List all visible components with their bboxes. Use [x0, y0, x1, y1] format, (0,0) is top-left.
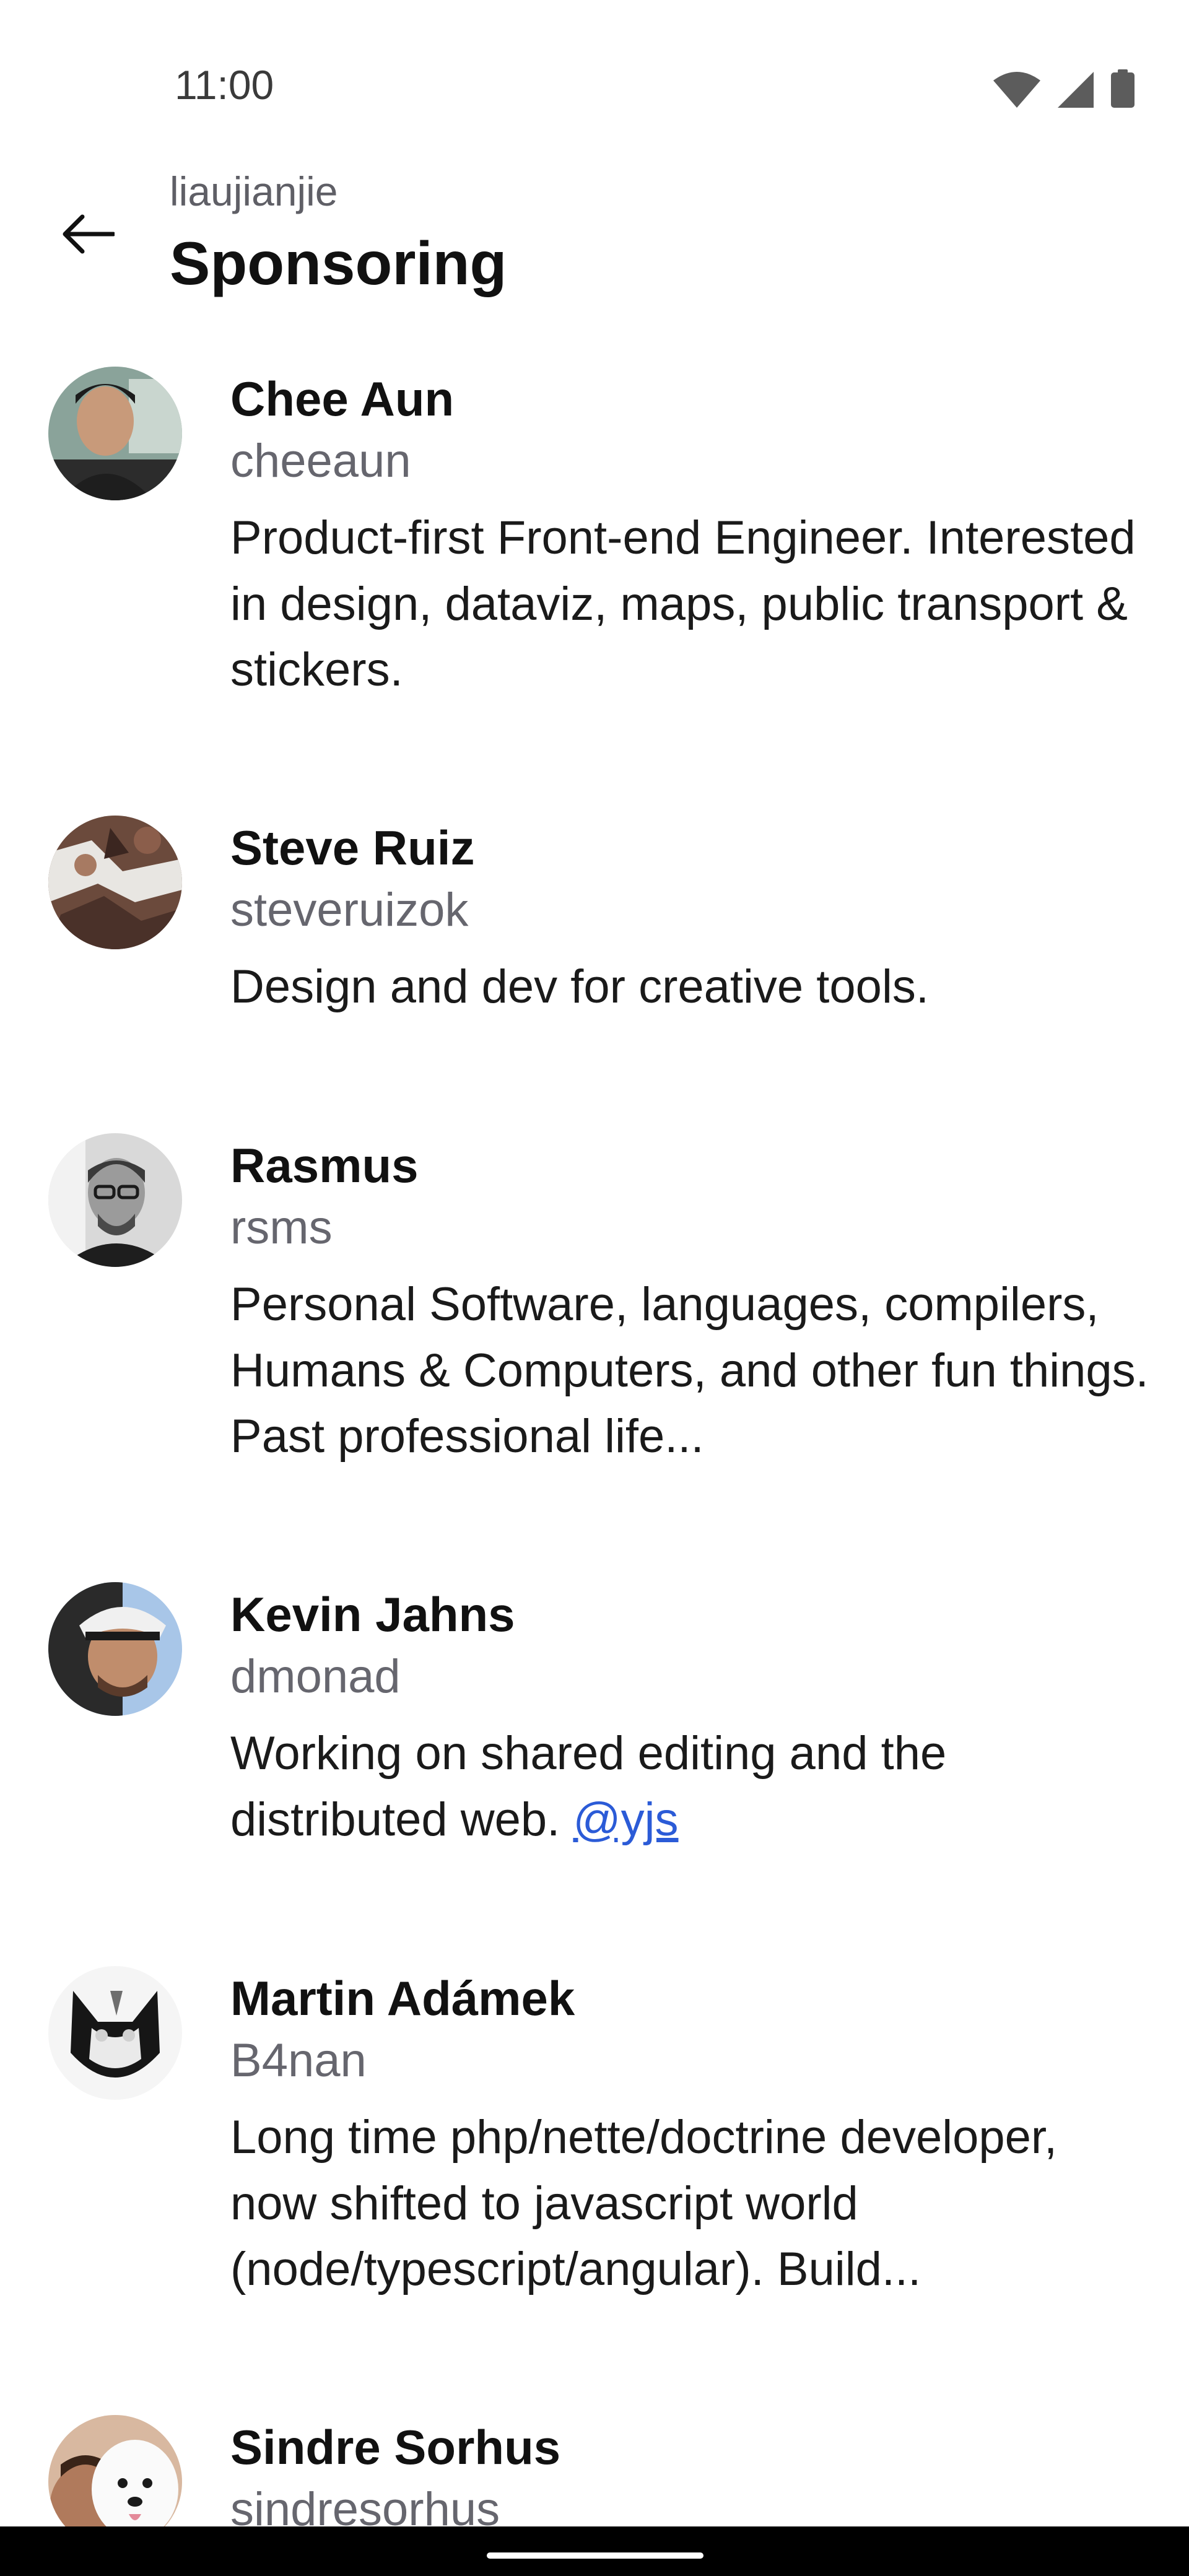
- sponsor-list-item[interactable]: Steve Ruiz steveruizok Design and dev fo…: [0, 808, 1189, 1126]
- wifi-icon: [993, 72, 1040, 108]
- avatar: [48, 1133, 182, 1267]
- sponsor-login: dmonad: [230, 1650, 401, 1703]
- page-title: Sponsoring: [170, 229, 507, 297]
- sponsor-bio: Personal Software, languages, compilers,…: [230, 1278, 1149, 1463]
- sponsor-login: sindresorhus: [230, 2482, 500, 2526]
- sponsor-name: Steve Ruiz: [230, 820, 475, 875]
- back-button[interactable]: [45, 192, 131, 279]
- status-icons: [993, 69, 1135, 108]
- sponsor-name: Kevin Jahns: [230, 1587, 515, 1642]
- sponsor-list: Chee Aun cheeaun Product-first Front-end…: [0, 359, 1189, 2526]
- sponsor-list-item[interactable]: Martin Adámek B4nan Long time php/nette/…: [0, 1959, 1189, 2408]
- sponsor-name: Martin Adámek: [230, 1971, 575, 2026]
- avatar: [48, 367, 182, 500]
- battery-icon: [1111, 69, 1135, 108]
- sponsor-list-item[interactable]: Kevin Jahns dmonad Working on shared edi…: [0, 1575, 1189, 1959]
- sponsor-name: Rasmus: [230, 1138, 419, 1193]
- sponsor-list-item[interactable]: Chee Aun cheeaun Product-first Front-end…: [0, 359, 1189, 808]
- cellular-signal-icon: [1058, 72, 1094, 108]
- avatar: [48, 2415, 182, 2526]
- sponsor-list-item[interactable]: Rasmus rsms Personal Software, languages…: [0, 1126, 1189, 1575]
- sponsor-bio: Design and dev for creative tools.: [230, 960, 929, 1014]
- system-navigation-bar: [0, 2526, 1189, 2576]
- app-bar: liaujianjie Sponsoring: [0, 149, 1189, 334]
- sponsor-list-item[interactable]: Sindre Sorhus sindresorhus: [0, 2408, 1189, 2526]
- sponsor-login: B4nan: [230, 2034, 367, 2087]
- status-time: 11:00: [175, 62, 274, 108]
- avatar: [48, 1966, 182, 2100]
- bio-link[interactable]: @yjs: [573, 1793, 678, 1846]
- sponsor-login: steveruizok: [230, 883, 469, 936]
- sponsor-bio: Product-first Front-end Engineer. Intere…: [230, 511, 1136, 697]
- sponsor-name: Chee Aun: [230, 372, 455, 426]
- page-subtitle: liaujianjie: [170, 168, 338, 214]
- status-bar: 11:00: [0, 0, 1189, 149]
- avatar: [48, 816, 182, 949]
- home-handle[interactable]: [487, 2552, 703, 2559]
- sponsor-login: rsms: [230, 1201, 333, 1254]
- arrow-left-icon: [61, 214, 116, 257]
- sponsor-login: cheeaun: [230, 434, 411, 487]
- avatar: [48, 1582, 182, 1716]
- sponsor-bio: Working on shared editing and the distri…: [230, 1721, 1152, 1853]
- sponsor-name: Sindre Sorhus: [230, 2420, 561, 2474]
- sponsor-bio: Long time php/nette/doctrine developer, …: [230, 2111, 1058, 2296]
